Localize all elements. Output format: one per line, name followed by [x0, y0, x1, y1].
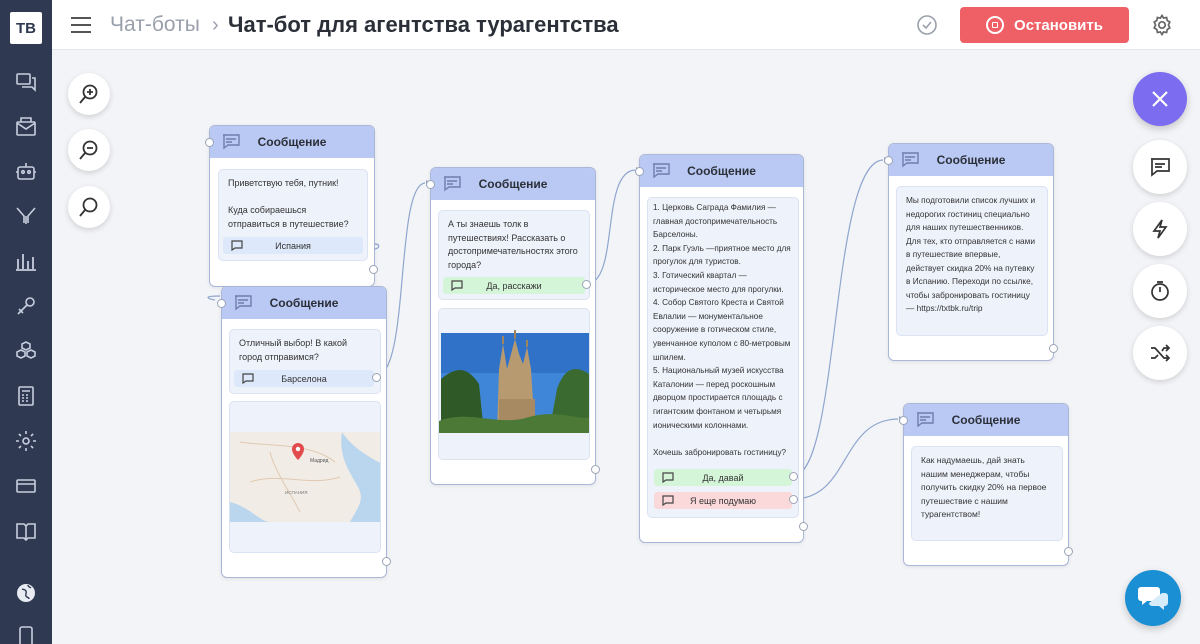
message-bubble: А ты знаешь толк в путешествиях! Рассказ…: [438, 210, 590, 300]
reply-button-label: Я еще подумаю: [689, 495, 757, 506]
message-icon: [902, 152, 919, 168]
input-port[interactable]: [635, 167, 644, 176]
output-port[interactable]: [789, 472, 798, 481]
message-node-4[interactable]: Сообщение 1. Церковь Саграда Фамилия — г…: [635, 154, 808, 543]
message-text: 1. Церковь Саграда Фамилия — главная дос…: [653, 203, 791, 457]
node-title: Сообщение: [951, 413, 1021, 427]
message-text: Мы подготовили список лучших и недорогих…: [906, 195, 1036, 313]
node-title: Сообщение: [687, 164, 756, 178]
message-node-1[interactable]: Сообщение Приветствую тебя, путник! Куда…: [205, 125, 378, 287]
reply-button-label: Да, давай: [702, 472, 744, 483]
output-port[interactable]: [591, 465, 600, 474]
input-port[interactable]: [205, 138, 214, 147]
reply-icon: [662, 472, 674, 483]
map-image: Мадрид ИСПАНИЯ: [229, 401, 381, 553]
message-icon: [235, 295, 252, 311]
message-text: Приветствую тебя, путник! Куда собираешь…: [228, 178, 349, 229]
message-node-3[interactable]: Сообщение А ты знаешь толк в путешествия…: [426, 167, 600, 485]
reply-button[interactable]: Да, расскажи: [443, 277, 585, 294]
output-port[interactable]: [382, 557, 391, 566]
node-title: Сообщение: [269, 296, 339, 310]
message-node-5[interactable]: Сообщение Мы подготовили список лучших и…: [884, 143, 1058, 361]
output-port[interactable]: [1049, 344, 1058, 353]
reply-icon: [242, 373, 254, 384]
connector-c4-c6: [792, 418, 899, 500]
output-port[interactable]: [582, 280, 591, 289]
message-bubble: Мы подготовили список лучших и недорогих…: [896, 186, 1048, 336]
reply-button-no[interactable]: Я еще подумаю: [654, 492, 792, 509]
message-bubble: Как надумаешь, дай знать нашим менеджера…: [911, 446, 1063, 541]
message-icon: [917, 412, 934, 428]
input-port[interactable]: [217, 299, 226, 308]
map-city-label: Мадрид: [310, 458, 328, 464]
node-title: Сообщение: [478, 177, 548, 191]
reply-icon: [451, 280, 463, 291]
message-bubble: Приветствую тебя, путник! Куда собираешь…: [218, 169, 368, 261]
input-port[interactable]: [884, 156, 893, 165]
message-text: А ты знаешь толк в путешествиях! Рассказ…: [448, 219, 578, 270]
output-port[interactable]: [369, 265, 378, 274]
input-port[interactable]: [899, 416, 908, 425]
message-text: Отличный выбор! В какой город отправимся…: [239, 338, 347, 362]
message-node-6[interactable]: Сообщение Как надумаешь, дай знать нашим…: [899, 403, 1073, 566]
connector-c1-c2: [374, 243, 380, 250]
message-icon: [653, 163, 670, 179]
input-port[interactable]: [426, 180, 435, 189]
sagrada-familia-photo: [438, 308, 590, 460]
message-icon: [223, 134, 240, 150]
node-title: Сообщение: [936, 153, 1006, 167]
message-bubble: Отличный выбор! В какой город отправимся…: [229, 329, 381, 394]
reply-button-label: Барселона: [281, 373, 327, 384]
message-text: Как надумаешь, дай знать нашим менеджера…: [921, 455, 1047, 519]
output-port[interactable]: [372, 373, 381, 382]
reply-button-yes[interactable]: Да, давай: [654, 469, 792, 486]
message-icon: [444, 176, 461, 192]
reply-icon: [231, 240, 243, 251]
message-node-2[interactable]: Сообщение Отличный выбор! В какой город …: [217, 286, 391, 578]
reply-button-label: Да, расскажи: [486, 280, 542, 291]
message-bubble: 1. Церковь Саграда Фамилия — главная дос…: [647, 197, 799, 518]
node-title: Сообщение: [257, 135, 327, 149]
reply-button-label: Испания: [275, 240, 311, 251]
output-port[interactable]: [789, 495, 798, 504]
map-country-label: ИСПАНИЯ: [285, 490, 307, 495]
reply-icon: [662, 495, 674, 506]
output-port[interactable]: [799, 522, 808, 531]
reply-button[interactable]: Испания: [223, 237, 363, 254]
output-port[interactable]: [1064, 547, 1073, 556]
reply-button[interactable]: Барселона: [234, 370, 374, 387]
